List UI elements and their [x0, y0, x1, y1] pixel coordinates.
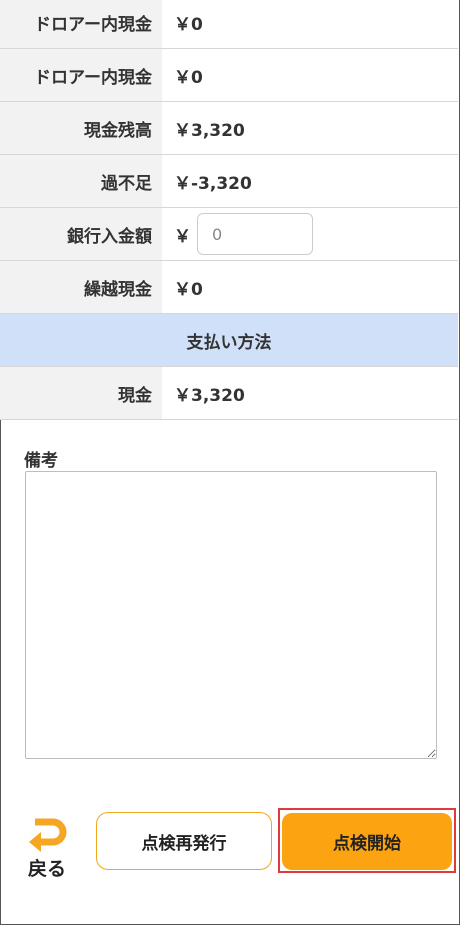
row-label: 繰越現金 — [0, 261, 162, 313]
start-inspection-highlight: 点検開始 — [278, 808, 456, 873]
row-value: ￥0 — [174, 14, 203, 35]
row-carryover-cash: 繰越現金 ￥0 — [0, 261, 458, 314]
row-label: 銀行入金額 — [0, 208, 162, 260]
row-value: ￥ — [162, 213, 313, 255]
remarks-label: 備考 — [24, 451, 58, 471]
row-drawer-cash-1: ドロアー内現金 ￥0 — [0, 0, 458, 49]
row-payment-cash: 現金 ￥3,320 — [0, 367, 458, 420]
return-arrow-icon — [29, 818, 67, 852]
row-value: ￥-3,320 — [174, 173, 252, 194]
row-label: ドロアー内現金 — [0, 0, 162, 48]
back-button[interactable]: 戻る — [22, 818, 72, 882]
row-label: 現金残高 — [0, 102, 162, 154]
row-value: ￥3,320 — [174, 385, 245, 406]
row-label: 現金 — [0, 367, 162, 419]
start-inspection-button[interactable]: 点検開始 — [282, 813, 452, 870]
row-value: ￥0 — [174, 67, 203, 88]
row-label: 過不足 — [0, 155, 162, 207]
row-cash-balance: 現金残高 ￥3,320 — [0, 102, 458, 155]
back-label: 戻る — [27, 858, 66, 880]
currency-symbol: ￥ — [174, 226, 191, 247]
remarks-textarea[interactable] — [25, 471, 437, 759]
row-over-short: 過不足 ￥-3,320 — [0, 155, 458, 208]
reissue-inspection-button[interactable]: 点検再発行 — [96, 812, 272, 870]
row-bank-deposit: 銀行入金額 ￥ — [0, 208, 458, 261]
payment-method-header: 支払い方法 — [0, 314, 458, 367]
row-label: ドロアー内現金 — [0, 49, 162, 101]
row-value: ￥0 — [174, 279, 203, 300]
bank-deposit-input[interactable] — [197, 213, 313, 255]
row-drawer-cash-2: ドロアー内現金 ￥0 — [0, 49, 458, 102]
row-value: ￥3,320 — [174, 120, 245, 141]
